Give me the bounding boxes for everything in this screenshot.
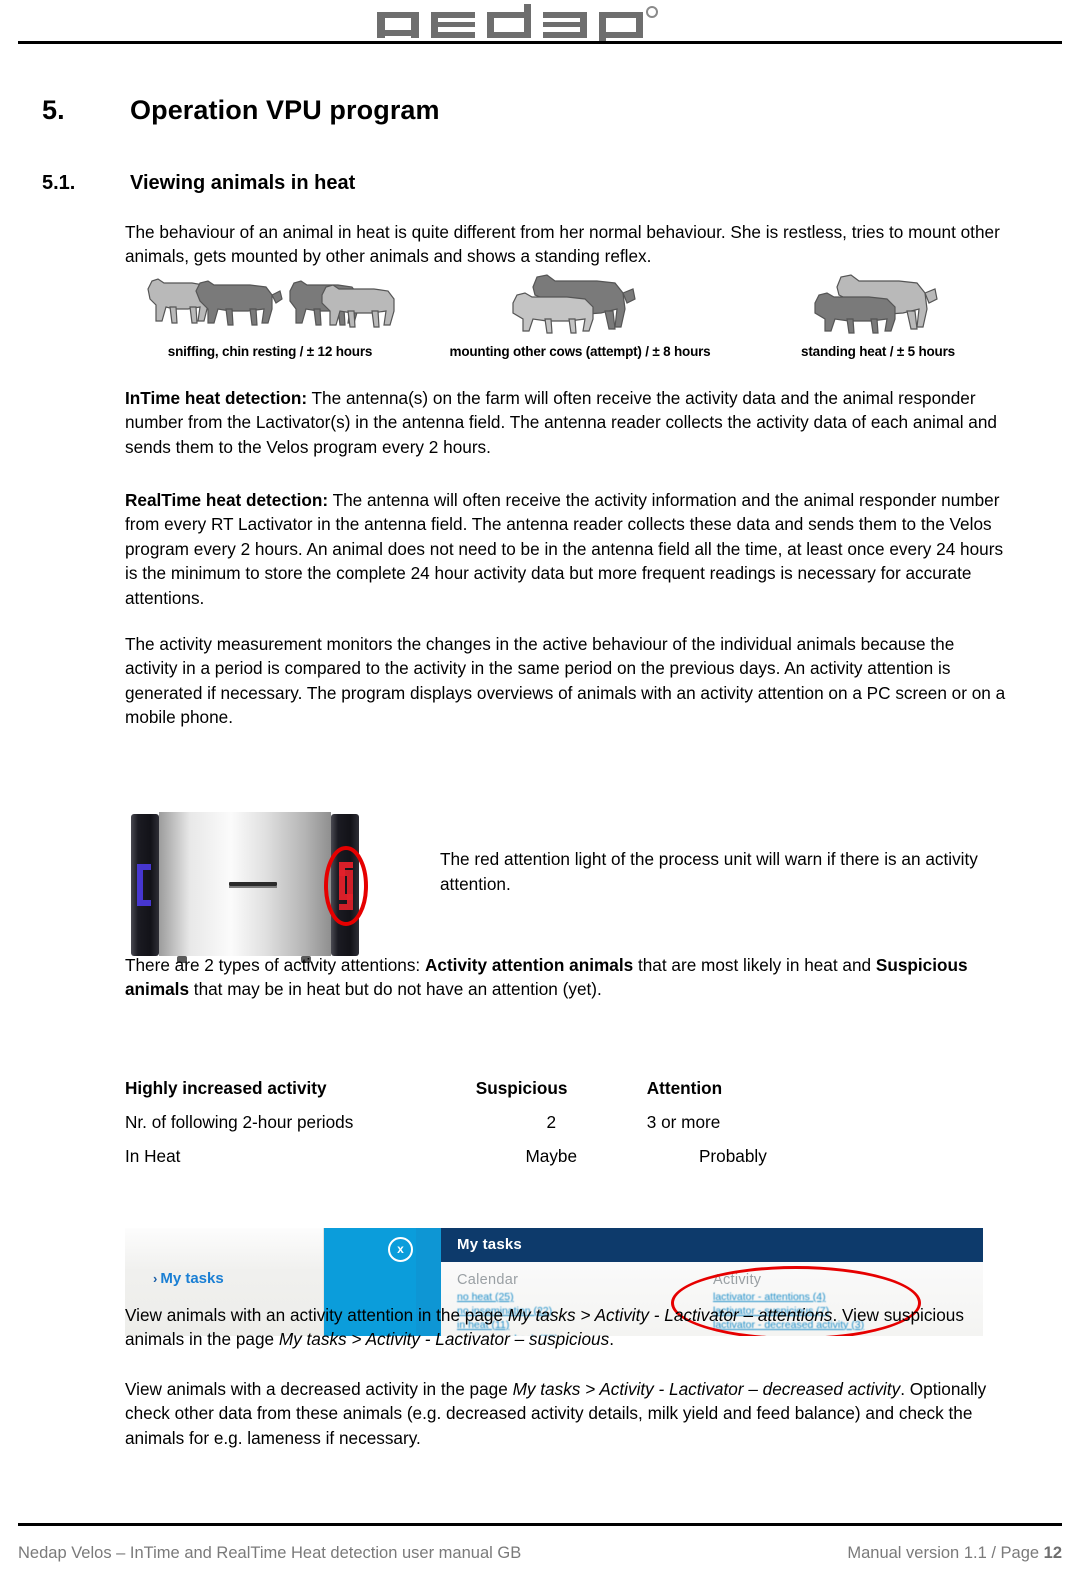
panel-titlebar: My tasks	[441, 1228, 983, 1262]
table-header-attention: Attention	[646, 1078, 723, 1098]
footer-left-text: Nedap Velos – InTime and RealTime Heat d…	[18, 1543, 522, 1562]
attention-types-post: that may be in heat but do not have an a…	[189, 979, 602, 1000]
row-inheat-attention: Probably	[698, 1146, 767, 1166]
activity-measurement-paragraph: The activity measurement monitors the ch…	[125, 634, 1006, 728]
close-icon[interactable]: x	[388, 1237, 413, 1262]
closing-p1-a: View animals with an activity attention …	[125, 1305, 508, 1325]
vpu-device-illustration	[131, 812, 368, 963]
panel-title: My tasks	[457, 1236, 522, 1253]
closing-p1-c: .	[609, 1329, 614, 1350]
table-header-row: Highly increased activity Suspicious Att…	[125, 1072, 825, 1106]
vpu-caption: The red attention light of the process u…	[440, 849, 978, 894]
cow-standing-heat-icon	[814, 274, 938, 334]
footer-right-text: Manual version 1.1 / Page 12	[847, 1544, 1062, 1563]
intime-paragraph: InTime heat detection: The antenna(s) on…	[125, 386, 1011, 459]
section-number: 5.1.	[42, 172, 76, 194]
registered-mark-icon	[646, 6, 658, 18]
row-inheat-suspicious: Maybe	[525, 1146, 578, 1166]
footer-divider	[18, 1523, 1062, 1526]
realtime-label: RealTime heat detection:	[125, 490, 329, 510]
cow-mounting-attempt-icon	[512, 274, 636, 334]
table-row: Nr. of following 2-hour periods 2 3 or m…	[125, 1106, 825, 1140]
attention-types-bold-one: Activity attention animals	[424, 955, 634, 975]
chapter-number: 5.	[42, 95, 65, 125]
row-periods-suspicious: 2	[546, 1112, 557, 1132]
table-header-suspicious: Suspicious	[475, 1078, 568, 1098]
figure-standing-heat-caption: standing heat / ± 5 hours	[801, 344, 955, 359]
section-heading: 5.1. Viewing animals in heat	[42, 172, 1002, 195]
figure-sniffing-caption: sniffing, chin resting / ± 12 hours	[167, 344, 373, 359]
sidebar-item-my-tasks[interactable]: › My tasks	[153, 1270, 224, 1287]
figure-standing-heat: standing heat / ± 5 hours	[745, 265, 1011, 359]
sidebar-item-label: My tasks	[160, 1270, 224, 1287]
closing-paragraph-2: View animals with a decreased activity i…	[125, 1377, 1011, 1450]
row-label-inheat: In Heat	[125, 1146, 181, 1166]
closing-p2-path: My tasks > Activity - Lactivator – decre…	[512, 1379, 901, 1399]
intime-label: InTime heat detection:	[125, 388, 308, 408]
figure-mounting-caption: mounting other cows (attempt) / ± 8 hour…	[449, 344, 711, 359]
page-number: 12	[1043, 1543, 1062, 1562]
footer-version: Manual version 1.1 / Page	[847, 1543, 1044, 1562]
figure-sniffing: sniffing, chin resting / ± 12 hours	[125, 265, 415, 359]
nedap-logo	[0, 2, 1080, 42]
closing-paragraph-1: View animals with an activity attention …	[125, 1303, 1011, 1352]
chapter-title: Operation VPU program	[130, 95, 440, 125]
header-divider	[18, 41, 1062, 44]
two-cows-sniffing-icon	[147, 278, 395, 328]
closing-p1-path-1: My tasks > Activity - Lactivator – atten…	[507, 1305, 833, 1325]
attention-types-mid: that are most likely in heat and	[633, 955, 876, 975]
attention-comparison-table: Highly increased activity Suspicious Att…	[125, 1072, 825, 1174]
page-title: 5. Operation VPU program	[42, 95, 1002, 126]
page-footer: Nedap Velos – InTime and RealTime Heat d…	[18, 1540, 1062, 1566]
vpu-process-unit-photo	[125, 808, 387, 966]
realtime-paragraph: RealTime heat detection: The antenna wil…	[125, 488, 1011, 610]
page-header	[0, 0, 1080, 50]
activity-heading: Activity	[713, 1272, 762, 1288]
closing-p2-a: View animals with a decreased activity i…	[125, 1379, 513, 1399]
nedap-logo-icon	[377, 4, 658, 42]
heat-behaviour-figures: sniffing, chin resting / ± 12 hours moun…	[125, 265, 1011, 375]
attention-types-paragraph: There are 2 types of activity attentions…	[125, 953, 1011, 1002]
row-label-periods: Nr. of following 2-hour periods	[125, 1112, 354, 1132]
intro-paragraph: The behaviour of an animal in heat is qu…	[125, 222, 1000, 267]
table-header-activity: Highly increased activity	[125, 1078, 327, 1098]
table-row: In Heat Maybe Probably	[125, 1140, 825, 1174]
calendar-heading: Calendar	[457, 1272, 519, 1288]
figure-mounting: mounting other cows (attempt) / ± 8 hour…	[415, 265, 745, 359]
closing-p1-path-2: My tasks > Activity - Lactivator – suspi…	[278, 1329, 610, 1350]
row-periods-attention: 3 or more	[646, 1112, 721, 1132]
section-title: Viewing animals in heat	[130, 172, 356, 194]
attention-types-pre: There are 2 types of activity attentions…	[125, 955, 425, 975]
chevron-right-icon: ›	[153, 1271, 158, 1286]
